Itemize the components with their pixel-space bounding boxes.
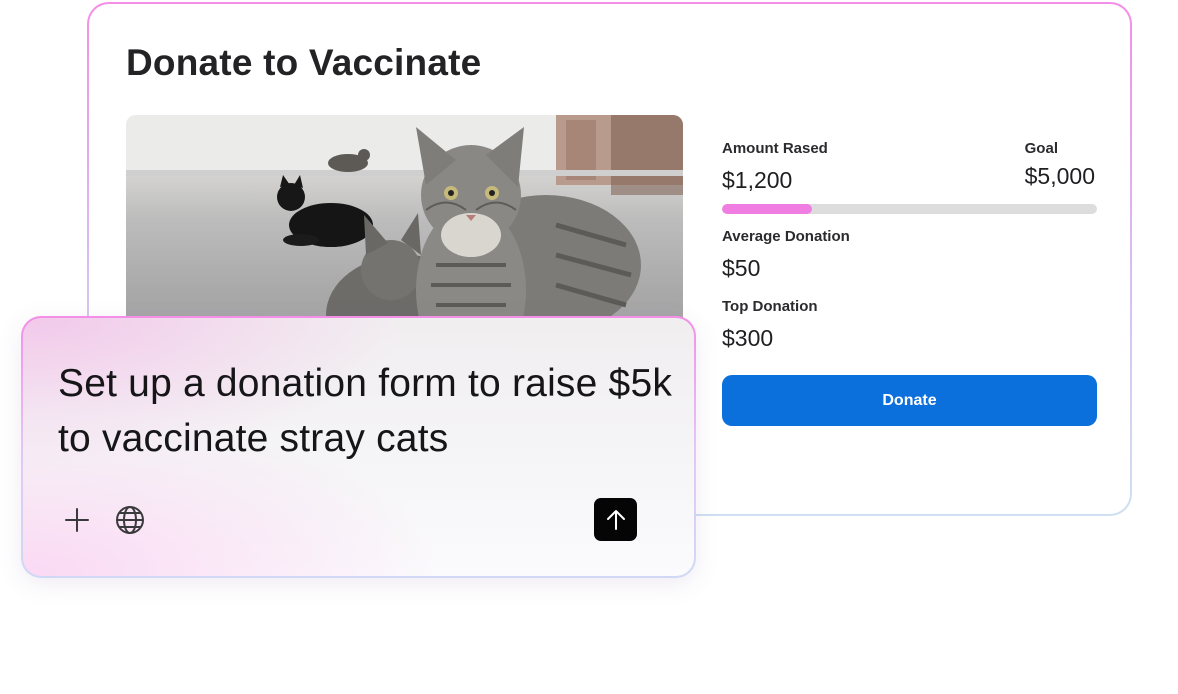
plus-icon xyxy=(65,508,89,532)
add-button[interactable] xyxy=(60,503,94,537)
top-donation-value: $300 xyxy=(722,325,774,351)
prompt-input-area[interactable]: Set up a donation form to raise $5k to v… xyxy=(23,318,694,576)
average-donation-value: $50 xyxy=(722,255,761,281)
page-title: Donate to Vaccinate xyxy=(126,42,482,83)
prompt-card: Set up a donation form to raise $5k to v… xyxy=(21,316,696,578)
web-search-button[interactable] xyxy=(113,503,147,537)
donation-stats: Amount Rased $1,200 Goal $5,000 Average … xyxy=(722,4,1098,514)
progress-bar xyxy=(722,204,1097,214)
amount-raised-value: $1,200 xyxy=(722,167,793,193)
top-donation-label: Top Donation xyxy=(722,298,818,315)
average-donation-label: Average Donation xyxy=(722,228,850,245)
prompt-text[interactable]: Set up a donation form to raise $5k to v… xyxy=(58,356,678,466)
arrow-up-icon xyxy=(606,509,625,530)
amount-raised-label: Amount Rased xyxy=(722,140,828,157)
globe-icon xyxy=(116,506,144,534)
send-button[interactable] xyxy=(594,498,637,541)
progress-fill xyxy=(722,204,812,214)
goal-value: $5,000 xyxy=(1024,163,1095,189)
donate-button[interactable]: Donate xyxy=(722,375,1097,426)
goal-label: Goal xyxy=(1024,140,1058,157)
goal-block: Goal $5,000 xyxy=(1025,140,1095,190)
